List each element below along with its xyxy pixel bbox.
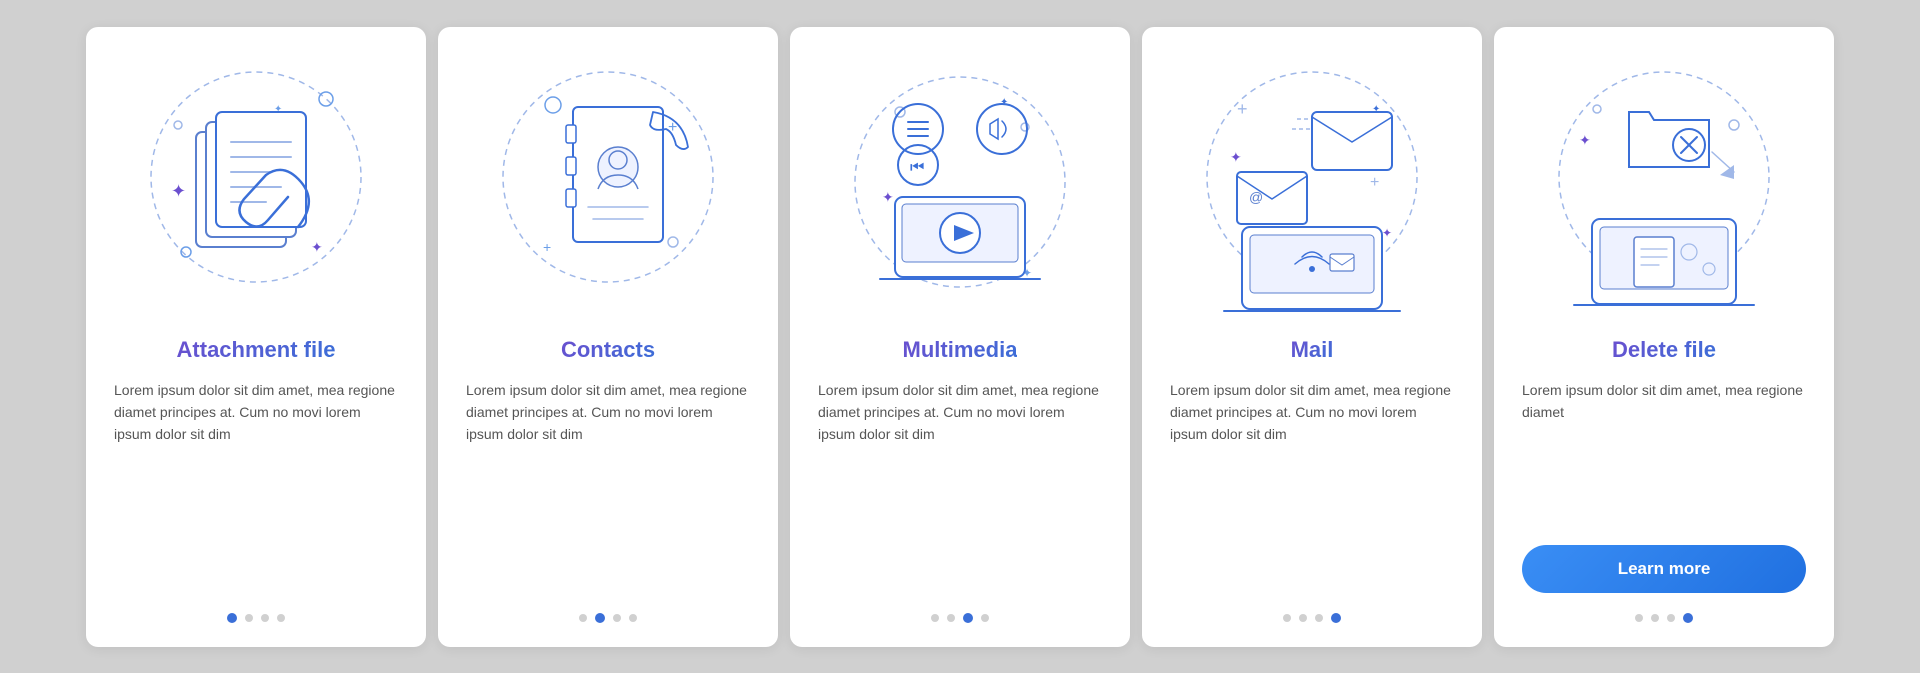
dot-inactive bbox=[579, 614, 587, 622]
dot-inactive bbox=[947, 614, 955, 622]
svg-text:⏮: ⏮ bbox=[910, 159, 924, 176]
dot-active bbox=[227, 613, 237, 623]
card-contacts: + + Contacts Lorem ipsum dolor sit di bbox=[438, 27, 778, 647]
card-3-text: Lorem ipsum dolor sit dim amet, mea regi… bbox=[818, 379, 1102, 593]
dot-inactive bbox=[245, 614, 253, 622]
card-1-title: Attachment file bbox=[177, 337, 336, 363]
svg-text:✦: ✦ bbox=[1000, 97, 1008, 108]
card-5-dots bbox=[1635, 613, 1693, 623]
dot-inactive bbox=[1315, 614, 1323, 622]
dot-inactive bbox=[1635, 614, 1643, 622]
card-attachment-file: ✦ ✦ ✦ Attachment file Lorem ipsum dolor … bbox=[86, 27, 426, 647]
svg-text:@: @ bbox=[1249, 189, 1263, 205]
card-3-dots bbox=[931, 613, 989, 623]
svg-text:✦: ✦ bbox=[1579, 132, 1591, 148]
card-3-title: Multimedia bbox=[903, 337, 1018, 363]
card-4-text: Lorem ipsum dolor sit dim amet, mea regi… bbox=[1170, 379, 1454, 593]
svg-text:✦: ✦ bbox=[1382, 226, 1392, 240]
svg-text:✦: ✦ bbox=[1230, 149, 1242, 165]
card-5-text: Lorem ipsum dolor sit dim amet, mea regi… bbox=[1522, 379, 1806, 533]
dot-active bbox=[963, 613, 973, 623]
card-1-text: Lorem ipsum dolor sit dim amet, mea regi… bbox=[114, 379, 398, 593]
attachment-file-illustration: ✦ ✦ ✦ bbox=[126, 57, 386, 317]
card-2-dots bbox=[579, 613, 637, 623]
dot-inactive bbox=[1667, 614, 1675, 622]
dot-inactive bbox=[613, 614, 621, 622]
card-mail: ✦ ✦ ✦ + + @ bbox=[1142, 27, 1482, 647]
card-2-text: Lorem ipsum dolor sit dim amet, mea regi… bbox=[466, 379, 750, 593]
dot-inactive bbox=[1651, 614, 1659, 622]
svg-text:+: + bbox=[1237, 99, 1248, 119]
svg-text:+: + bbox=[543, 239, 551, 255]
card-4-dots bbox=[1283, 613, 1341, 623]
card-1-dots bbox=[227, 613, 285, 623]
mail-illustration: ✦ ✦ ✦ + + @ bbox=[1182, 57, 1442, 317]
card-5-title: Delete file bbox=[1612, 337, 1716, 363]
svg-text:✦: ✦ bbox=[171, 181, 186, 201]
svg-text:✦: ✦ bbox=[882, 189, 894, 205]
dot-active bbox=[1331, 613, 1341, 623]
contacts-illustration: + + bbox=[478, 57, 738, 317]
dot-active bbox=[1683, 613, 1693, 623]
cards-container: ✦ ✦ ✦ Attachment file Lorem ipsum dolor … bbox=[66, 7, 1854, 667]
delete-file-illustration: ✦ ✦ ✦ bbox=[1534, 57, 1794, 317]
dot-inactive bbox=[629, 614, 637, 622]
dot-active bbox=[595, 613, 605, 623]
multimedia-illustration: ✦ ✦ ✦ bbox=[830, 57, 1090, 317]
card-2-title: Contacts bbox=[561, 337, 655, 363]
dot-inactive bbox=[1299, 614, 1307, 622]
dot-inactive bbox=[261, 614, 269, 622]
dot-inactive bbox=[931, 614, 939, 622]
card-delete-file: ✦ ✦ ✦ bbox=[1494, 27, 1834, 647]
learn-more-button[interactable]: Learn more bbox=[1522, 545, 1806, 593]
card-multimedia: ✦ ✦ ✦ bbox=[790, 27, 1130, 647]
card-4-title: Mail bbox=[1291, 337, 1334, 363]
svg-text:+: + bbox=[1370, 174, 1379, 191]
dot-inactive bbox=[981, 614, 989, 622]
dot-inactive bbox=[277, 614, 285, 622]
dot-inactive bbox=[1283, 614, 1291, 622]
svg-text:✦: ✦ bbox=[311, 239, 323, 255]
